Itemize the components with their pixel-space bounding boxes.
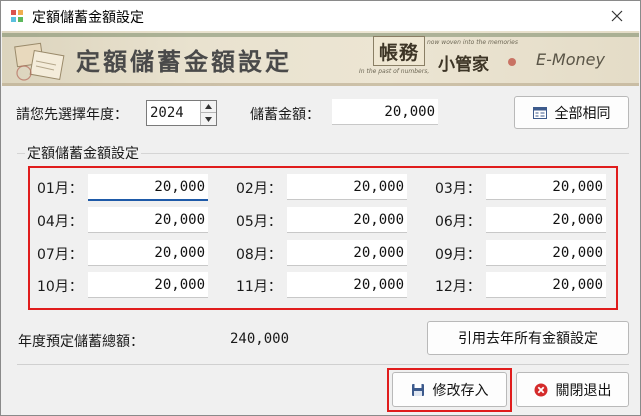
group-title: 定額儲蓄金額設定 bbox=[25, 143, 141, 163]
savings-amount-label: 儲蓄金額： bbox=[250, 107, 320, 123]
copy-last-year-button[interactable]: 引用去年所有金額設定 bbox=[427, 321, 629, 355]
close-exit-label: 關閉退出 bbox=[555, 382, 612, 399]
title-bar[interactable]: 定額儲蓄金額設定 bbox=[1, 1, 640, 31]
close-exit-button[interactable]: 關閉退出 bbox=[516, 372, 629, 407]
window-title: 定額儲蓄金額設定 bbox=[32, 10, 144, 26]
triangle-down-icon bbox=[205, 116, 212, 122]
year-value[interactable]: 2024 bbox=[150, 105, 184, 121]
app-icon bbox=[11, 10, 23, 22]
copy-last-year-label: 引用去年所有金額設定 bbox=[458, 331, 598, 347]
logo-main: 帳務 bbox=[373, 36, 425, 66]
logo-sub: 小管家 bbox=[438, 55, 489, 75]
grid-list-icon bbox=[532, 106, 547, 119]
spinner-down-button[interactable] bbox=[201, 113, 216, 125]
total-value: 240,000 bbox=[230, 331, 290, 347]
window-close-button[interactable] bbox=[594, 1, 640, 31]
logo-tagline-bottom: In the past of numbers, bbox=[359, 68, 430, 75]
app-window: 定額儲蓄金額設定 定額儲蓄金額設定 帳務 now woven into the … bbox=[0, 0, 641, 416]
close-icon bbox=[611, 10, 623, 22]
separator bbox=[17, 364, 629, 365]
year-spinner[interactable]: 2024 bbox=[146, 100, 217, 126]
total-label: 年度預定儲蓄總額： bbox=[18, 334, 144, 350]
banner-title: 定額儲蓄金額設定 bbox=[76, 48, 292, 76]
all-same-button[interactable]: 全部相同 bbox=[514, 96, 629, 129]
logo-brand: E-Money bbox=[536, 50, 605, 69]
close-circle-icon bbox=[534, 383, 547, 396]
heart-icon bbox=[508, 58, 516, 66]
spinner-up-button[interactable] bbox=[201, 101, 216, 113]
year-label: 請您先選擇年度： bbox=[16, 107, 128, 123]
highlight-box-months bbox=[28, 166, 618, 310]
spinner-buttons bbox=[200, 101, 216, 125]
all-same-label: 全部相同 bbox=[554, 105, 611, 122]
stamp-letter-decoration-icon bbox=[14, 42, 65, 81]
highlight-box-save bbox=[387, 368, 512, 412]
triangle-up-icon bbox=[205, 104, 212, 109]
header-banner: 定額儲蓄金額設定 帳務 now woven into the memories … bbox=[2, 31, 639, 86]
logo-tagline-top: now woven into the memories bbox=[427, 39, 518, 46]
savings-amount-input[interactable]: 20,000 bbox=[332, 99, 438, 125]
